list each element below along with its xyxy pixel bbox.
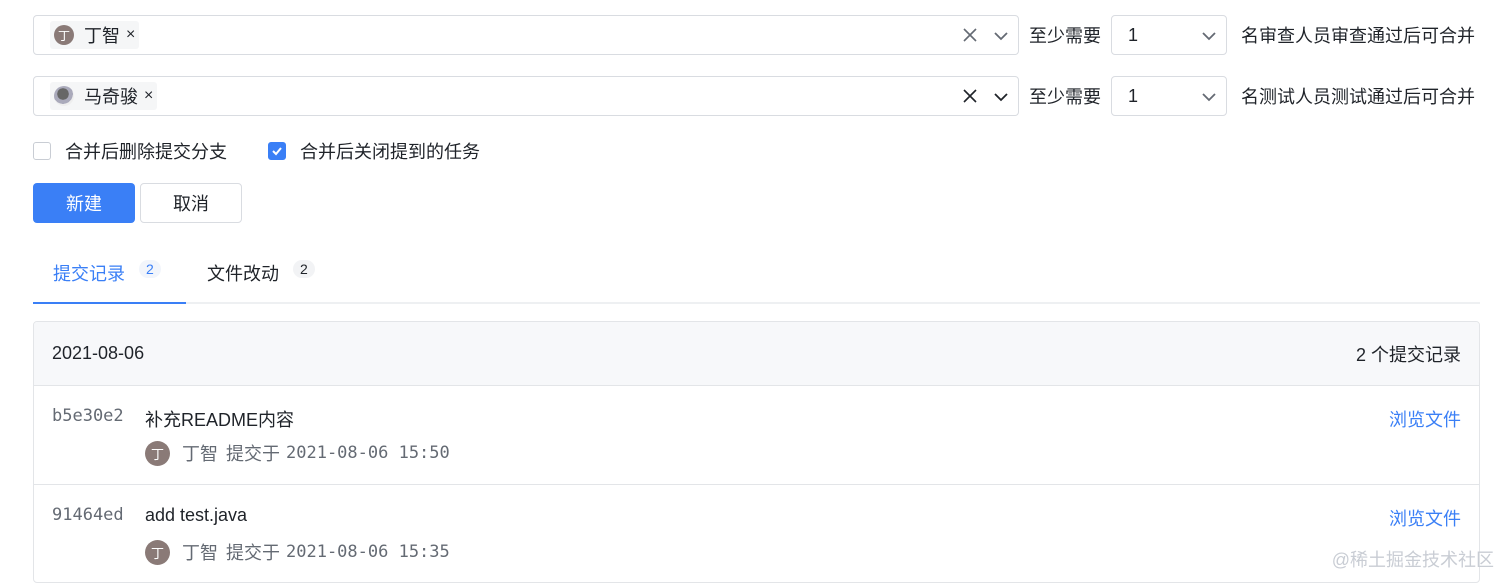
commit-date: 2021-08-06 (52, 343, 145, 363)
browse-files-link[interactable]: 浏览文件 (1389, 505, 1461, 531)
reviewer-name: 丁智 (84, 26, 120, 46)
commit-author: 丁智 (182, 543, 218, 563)
reviewers-row: 丁 丁智 × 至少需要 1 名审查人员审查通过后可合并 (33, 15, 1475, 55)
at-least-label: 至少需要 (1029, 26, 1101, 46)
check-icon (272, 147, 282, 156)
tab-count-badge: 2 (139, 260, 161, 278)
avatar: 丁 (145, 440, 170, 466)
chevron-down-icon[interactable] (992, 88, 1010, 106)
tester-tag: 马奇骏 × (50, 82, 158, 110)
tabs: 提交记录 2 文件改动 2 (33, 252, 1480, 304)
watermark: @稀土掘金技术社区 (1331, 550, 1494, 570)
commit-meta: 丁 丁智 提交于 2021-08-06 15:35 (145, 539, 450, 565)
tester-name: 马奇骏 (84, 87, 138, 107)
chevron-down-icon[interactable] (1200, 88, 1218, 106)
create-button[interactable]: 新建 (33, 183, 135, 223)
delete-branch-option[interactable]: 合并后删除提交分支 (33, 138, 227, 164)
remove-tag-icon[interactable]: × (144, 87, 153, 105)
reviewers-select[interactable]: 丁 丁智 × (33, 15, 1019, 55)
reviewer-tag: 丁 丁智 × (50, 21, 140, 49)
commit-action: 提交于 (226, 444, 280, 464)
commits-panel: 2021-08-06 2 个提交记录 b5e30e2 补充README内容 丁 … (33, 321, 1480, 583)
commit-message[interactable]: 补充README内容 (145, 406, 294, 432)
tab-count-badge: 2 (293, 260, 315, 278)
reviewer-count-value: 1 (1128, 24, 1139, 45)
avatar: 丁 (54, 25, 74, 45)
close-tasks-label: 合并后关闭提到的任务 (300, 142, 480, 162)
browse-files-link[interactable]: 浏览文件 (1389, 406, 1461, 432)
reviewer-suffix-label: 名审查人员审查通过后可合并 (1241, 26, 1475, 46)
commit-row: 91464ed add test.java 丁 丁智 提交于 2021-08-0… (34, 485, 1479, 582)
tester-suffix-label: 名测试人员测试通过后可合并 (1241, 87, 1475, 107)
close-tasks-checkbox[interactable] (268, 142, 286, 160)
commit-meta: 丁 丁智 提交于 2021-08-06 15:50 (145, 440, 450, 466)
cancel-button[interactable]: 取消 (140, 183, 242, 223)
commit-action: 提交于 (226, 543, 280, 563)
commit-sha[interactable]: b5e30e2 (52, 406, 124, 426)
chevron-down-icon[interactable] (1200, 27, 1218, 45)
commit-author: 丁智 (182, 444, 218, 464)
tab-label: 文件改动 (207, 264, 279, 284)
remove-tag-icon[interactable]: × (126, 26, 135, 44)
commits-panel-header: 2021-08-06 2 个提交记录 (34, 322, 1479, 386)
tab-commits[interactable]: 提交记录 2 (53, 252, 161, 302)
commit-summary: 2 个提交记录 (1355, 344, 1461, 365)
testers-row: 马奇骏 × 至少需要 1 名测试人员测试通过后可合并 (33, 76, 1475, 116)
tab-files[interactable]: 文件改动 2 (207, 252, 315, 302)
chevron-down-icon[interactable] (992, 27, 1010, 45)
clear-icon[interactable] (960, 86, 980, 106)
delete-branch-label: 合并后删除提交分支 (65, 142, 227, 162)
tab-label: 提交记录 (53, 264, 125, 284)
reviewer-count-select[interactable]: 1 (1111, 15, 1227, 55)
testers-select[interactable]: 马奇骏 × (33, 76, 1019, 116)
tester-count-select[interactable]: 1 (1111, 76, 1227, 116)
delete-branch-checkbox[interactable] (33, 142, 51, 160)
commit-row: b5e30e2 补充README内容 丁 丁智 提交于 2021-08-06 1… (34, 386, 1479, 485)
clear-icon[interactable] (960, 25, 980, 45)
commit-message[interactable]: add test.java (145, 505, 247, 526)
at-least-label: 至少需要 (1029, 87, 1101, 107)
avatar: 丁 (145, 539, 170, 565)
commit-sha[interactable]: 91464ed (52, 505, 124, 525)
active-tab-indicator (33, 302, 186, 304)
tester-count-value: 1 (1128, 85, 1139, 106)
avatar (54, 86, 74, 106)
close-tasks-option[interactable]: 合并后关闭提到的任务 (268, 138, 480, 164)
commit-time: 2021-08-06 15:35 (286, 542, 450, 562)
commit-time: 2021-08-06 15:50 (286, 443, 450, 463)
